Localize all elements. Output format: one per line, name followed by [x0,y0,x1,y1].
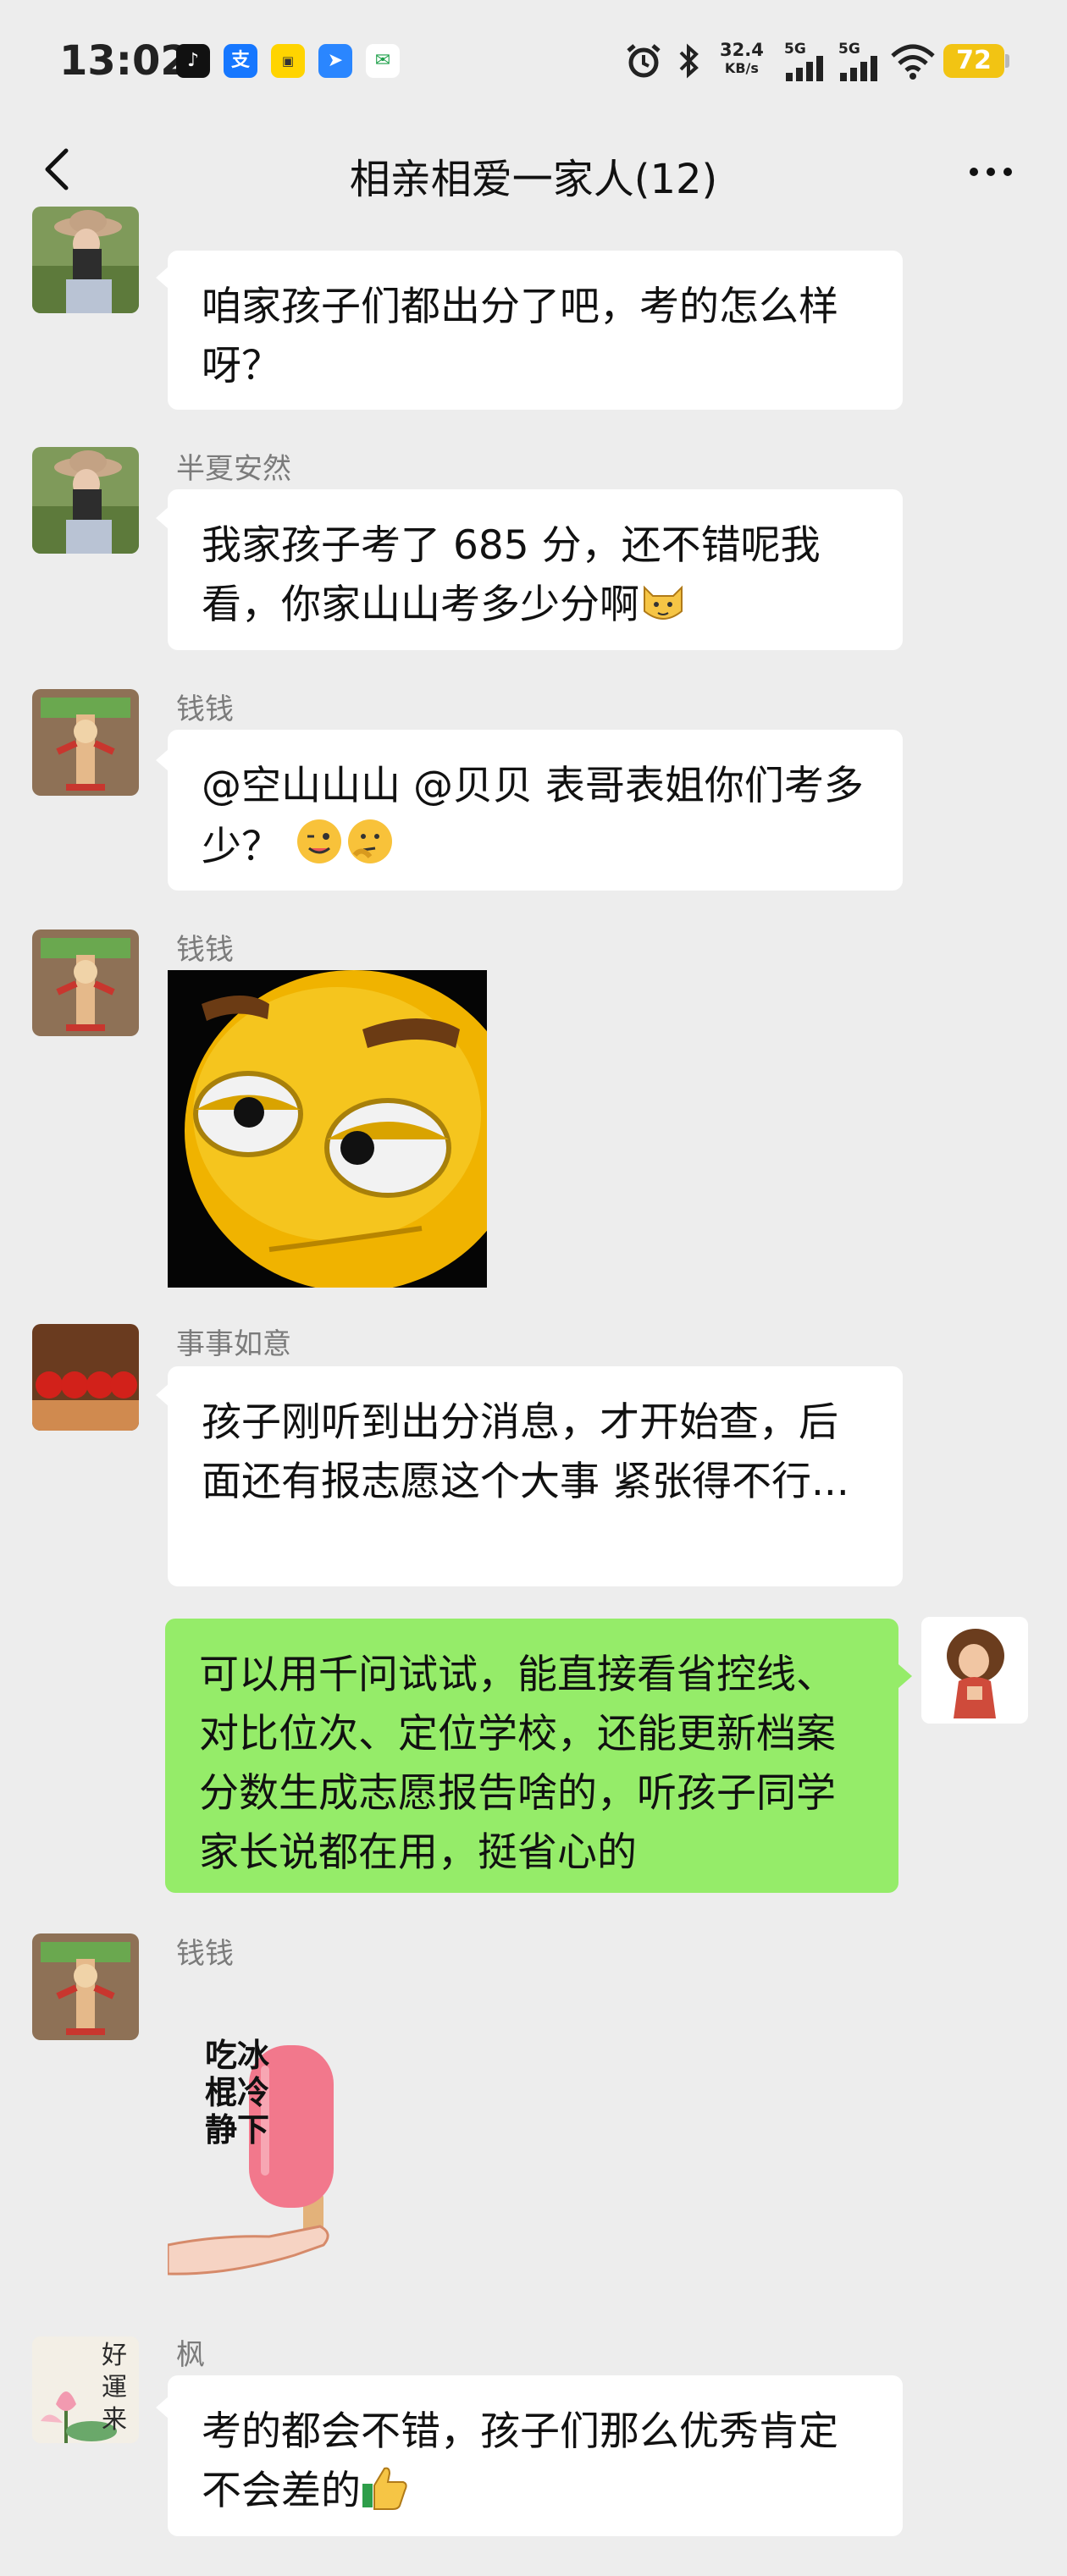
china-post-icon: ✉ [366,44,400,78]
message-bubble[interactable]: 我家孩子考了 685 分，还不错呢我看，你家山山考多少分啊 [168,489,903,650]
avatar[interactable] [32,1324,139,1431]
wifi-icon [891,44,935,80]
avatar-calligraphy: 好 運 来 [102,2340,127,2436]
message-text: 我家孩子考了 685 分，还不错呢我看，你家山山考多少分啊 [202,522,821,628]
sender-name: 事事如意 [176,1327,291,1361]
signal-bars-icon [840,56,877,81]
wink-tongue-emoji-icon [296,819,341,863]
avatar[interactable] [32,1933,139,2040]
smirking-face-sticker [168,970,523,1292]
sender-name: 钱钱 [176,1937,234,1971]
message-bubble[interactable]: 考的都会不错，孩子们那么优秀肯定不会差的 [168,2375,903,2536]
signal1-label: 5G [784,41,806,58]
net-speed: 32.4 KB/s [720,41,764,78]
signal-bars-icon [786,56,823,81]
alarm-icon [627,44,661,78]
sticker-caption: 吃冰 棍冷 静下 [205,2037,269,2149]
sticker-caption-line: 吃冰 [205,2037,270,2074]
avatar[interactable] [32,207,139,313]
sticker-smirking-face[interactable] [168,970,523,1292]
net-speed-value: 32.4 [720,40,764,60]
calligraphy-char: 好 [102,2341,127,2370]
tiktok-icon: ♪ [176,44,210,78]
sticker-caption-line: 静下 [205,2111,270,2149]
calligraphy-char: 運 [102,2373,127,2402]
battery-tip [1005,54,1009,68]
cat-face-emoji-icon [644,585,683,620]
self-avatar[interactable] [921,1617,1028,1724]
message-text: 孩子刚听到出分消息，才开始查，后面还有报志愿这个大事 紧张得不行... [202,1399,849,1505]
self-message-bubble[interactable]: 可以用千问试试，能直接看省控线、对比位次、定位学校，还能更新档案分数生成志愿报告… [165,1619,898,1893]
bubble-tail [898,1664,912,1688]
avatar[interactable]: 好 運 来 [32,2336,139,2443]
avatar[interactable] [32,689,139,796]
sender-name: 半夏安然 [176,452,291,486]
sender-name: 钱钱 [176,933,234,967]
message-bubble[interactable]: 咱家孩子们都出分了吧，考的怎么样呀？ [168,251,903,410]
calligraphy-char: 来 [102,2405,127,2435]
bluetooth-icon [679,43,699,79]
sticker-caption-line: 棍冷 [205,2074,270,2111]
message-bubble[interactable]: 孩子刚听到出分消息，才开始查，后面还有报志愿这个大事 紧张得不行... [168,1366,903,1586]
avatar[interactable] [32,929,139,1036]
avatar[interactable] [32,447,139,554]
alipay-icon: 支 [224,44,257,78]
message-text: 咱家孩子们都出分了吧，考的怎么样呀？ [202,284,838,389]
sender-name: 钱钱 [176,692,234,726]
maps-icon: ➤ [318,44,352,78]
thinking-face-emoji-icon [347,819,392,863]
chat-title: 相亲相爱一家人(12) [349,156,718,203]
status-time: 13:02 [59,37,189,85]
sticker-popsicle[interactable]: 吃冰 棍冷 静下 [168,2023,379,2277]
sender-name: 枫 [176,2338,205,2372]
more-options-icon[interactable] [965,151,1016,193]
battery-indicator: 72 [943,44,1004,78]
popsicle-sticker [168,2045,334,2275]
message-text: 考的都会不错，孩子们那么优秀肯定不会差的 [202,2408,838,2514]
taobao-icon: ▣ [271,44,305,78]
net-speed-unit: KB/s [724,60,759,76]
message-bubble[interactable]: @空山山山 @贝贝 表哥表姐你们考多少？ [168,730,903,891]
thumbs-up-emoji-icon [362,2467,407,2510]
message-text: 可以用千问试试，能直接看省控线、对比位次、定位学校，还能更新档案分数生成志愿报告… [199,1652,836,1876]
signal2-label: 5G [838,41,860,58]
